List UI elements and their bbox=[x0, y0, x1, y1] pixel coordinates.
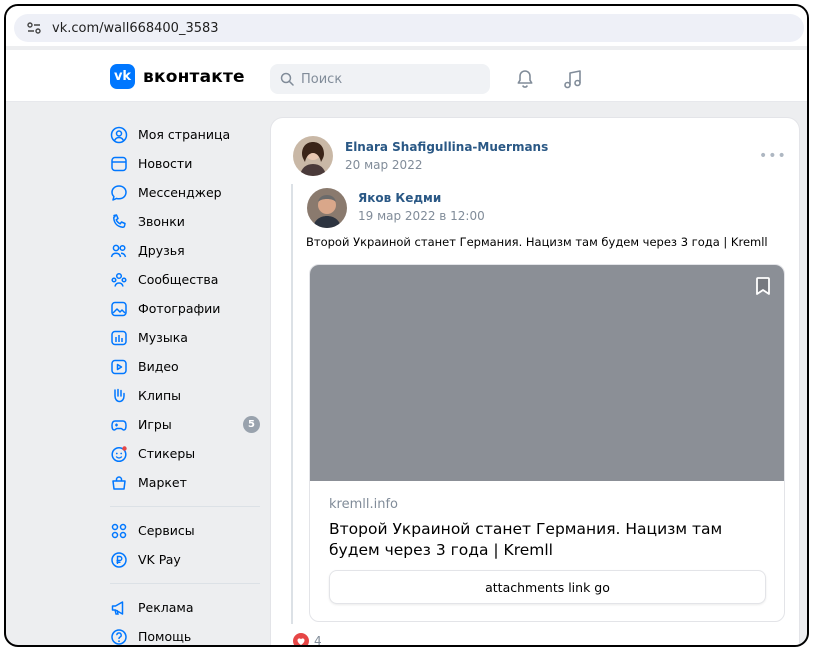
sidebar-item-label: Друзья bbox=[138, 243, 185, 258]
sidebar-item-label: Игры bbox=[138, 417, 172, 432]
sidebar-item-clips[interactable]: Клипы bbox=[110, 381, 260, 410]
gamepad-icon bbox=[111, 419, 127, 431]
heart-icon bbox=[293, 633, 309, 645]
browser-window: vk.com/wall668400_3583 vk вконтакте Поис… bbox=[4, 4, 809, 647]
sidebar-item-label: Стикеры bbox=[138, 446, 196, 461]
notifications-bell-icon[interactable] bbox=[514, 68, 536, 90]
sidebar-divider bbox=[110, 506, 260, 507]
clips-icon bbox=[114, 388, 125, 402]
music-box-icon bbox=[111, 330, 127, 345]
link-attachment[interactable]: kremll.info Второй Украиной станет Герма… bbox=[309, 264, 785, 622]
url-text[interactable]: vk.com/wall668400_3583 bbox=[52, 21, 219, 36]
communities-icon bbox=[111, 272, 127, 287]
repost-author-avatar[interactable] bbox=[307, 188, 347, 228]
open-link-button[interactable]: attachments link go bbox=[329, 570, 766, 604]
vkpay-icon bbox=[111, 551, 127, 568]
sidebar-divider bbox=[110, 583, 260, 584]
repost-date[interactable]: 19 мар 2022 в 12:00 bbox=[358, 209, 485, 223]
site-header: vk вконтакте Поиск bbox=[6, 50, 807, 102]
site-settings-icon[interactable] bbox=[26, 20, 42, 36]
sidebar-item-label: Помощь bbox=[138, 629, 192, 644]
megaphone-icon bbox=[111, 600, 124, 615]
sidebar-item-video[interactable]: Видео bbox=[110, 352, 260, 381]
sidebar-item-services[interactable]: Сервисы bbox=[110, 516, 260, 545]
vk-logo-mark: vk bbox=[110, 64, 135, 89]
address-bar[interactable]: vk.com/wall668400_3583 bbox=[14, 14, 804, 42]
search-placeholder: Поиск bbox=[301, 71, 343, 87]
sidebar-item-photos[interactable]: Фотографии bbox=[110, 294, 260, 323]
sidebar-item-games[interactable]: Игры 5 bbox=[110, 410, 260, 439]
sidebar-item-help[interactable]: Помощь bbox=[110, 622, 260, 645]
browser-toolbar: vk.com/wall668400_3583 bbox=[6, 6, 807, 46]
sidebar-item-label: VK Pay bbox=[138, 552, 181, 567]
link-preview-image[interactable] bbox=[310, 265, 784, 481]
chat-bubble-icon bbox=[111, 184, 127, 201]
sidebar-item-stickers[interactable]: Стикеры bbox=[110, 439, 260, 468]
friends-icon bbox=[110, 244, 127, 257]
sidebar-item-my-page[interactable]: Моя страница bbox=[110, 120, 260, 149]
sidebar-item-news[interactable]: Новости bbox=[110, 149, 260, 178]
sidebar-item-label: Видео bbox=[138, 359, 179, 374]
link-title[interactable]: Второй Украиной станет Германия. Нацизм … bbox=[329, 519, 769, 561]
vk-logo[interactable]: vk вконтакте bbox=[110, 64, 245, 89]
post-date[interactable]: 20 мар 2022 bbox=[345, 158, 422, 172]
sidebar-item-vkpay[interactable]: VK Pay bbox=[110, 545, 260, 574]
sidebar-item-label: Звонки bbox=[138, 214, 185, 229]
repost-divider bbox=[291, 184, 293, 624]
sidebar-item-messenger[interactable]: Мессенджер bbox=[110, 178, 260, 207]
market-bag-icon bbox=[112, 475, 126, 490]
sidebar-item-label: Новости bbox=[138, 156, 193, 171]
vk-logo-text: вконтакте bbox=[143, 66, 245, 87]
post-card: Elnara Shafigullina-Muermans 20 мар 2022… bbox=[271, 118, 799, 647]
sidebar-item-label: Клипы bbox=[138, 388, 182, 403]
author-avatar[interactable] bbox=[293, 136, 333, 176]
notification-badge: 5 bbox=[243, 416, 260, 433]
user-circle-icon bbox=[110, 126, 128, 143]
repost-author-name[interactable]: Яков Кедми bbox=[358, 191, 441, 205]
phone-icon bbox=[113, 213, 126, 228]
video-icon bbox=[111, 359, 127, 374]
search-icon bbox=[280, 72, 294, 86]
sidebar-item-label: Сообщества bbox=[138, 272, 219, 287]
like-count: 4 bbox=[314, 634, 322, 647]
sidebar-item-label: Сервисы bbox=[138, 523, 195, 538]
author-name[interactable]: Elnara Shafigullina-Muermans bbox=[345, 140, 548, 154]
sticker-icon bbox=[111, 445, 127, 462]
like-button[interactable]: 4 bbox=[293, 633, 322, 647]
sidebar-item-label: Музыка bbox=[138, 330, 188, 345]
bookmark-icon[interactable] bbox=[752, 275, 774, 297]
newspaper-icon bbox=[111, 156, 127, 171]
sidebar-item-friends[interactable]: Друзья bbox=[110, 236, 260, 265]
sidebar-item-calls[interactable]: Звонки bbox=[110, 207, 260, 236]
sidebar-item-music[interactable]: Музыка bbox=[110, 323, 260, 352]
left-sidebar: Моя страница Новости Мессенджер Звонки Д… bbox=[110, 120, 260, 645]
sidebar-item-label: Фотографии bbox=[138, 301, 221, 316]
sidebar-item-label: Мессенджер bbox=[138, 185, 222, 200]
sidebar-item-market[interactable]: Маркет bbox=[110, 468, 260, 497]
photo-icon bbox=[111, 301, 127, 316]
music-icon[interactable] bbox=[562, 68, 584, 90]
link-domain: kremll.info bbox=[329, 497, 398, 512]
sidebar-item-ads[interactable]: Реклама bbox=[110, 593, 260, 622]
sidebar-item-label: Маркет bbox=[138, 475, 187, 490]
sidebar-item-label: Моя страница bbox=[138, 127, 231, 142]
more-options-icon[interactable]: ••• bbox=[759, 148, 787, 164]
help-icon bbox=[111, 628, 127, 645]
post-text: Второй Украиной станет Германия. Нацизм … bbox=[306, 235, 768, 249]
sidebar-item-communities[interactable]: Сообщества bbox=[110, 265, 260, 294]
sidebar-item-label: Реклама bbox=[138, 600, 194, 615]
search-input[interactable]: Поиск bbox=[270, 64, 490, 94]
services-grid-icon bbox=[111, 523, 127, 538]
